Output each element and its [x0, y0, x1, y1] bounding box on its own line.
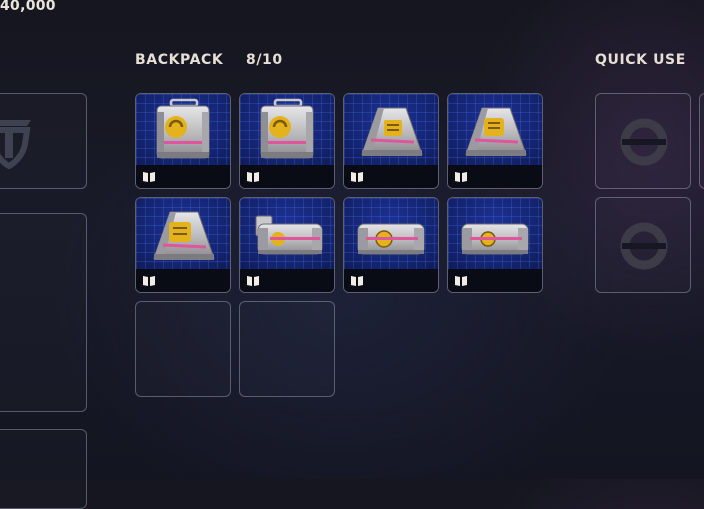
backpack-slot-8[interactable]: [447, 197, 543, 293]
quick-use-title: QUICK USE: [595, 52, 686, 68]
supply-case-handled-icon: [156, 98, 210, 159]
backpack-slot-2[interactable]: [239, 93, 335, 189]
equipment-slot-top[interactable]: [0, 93, 87, 189]
supply-canister-long-icon: [357, 223, 425, 255]
open-book-icon: [247, 172, 259, 182]
supply-crate-trapezoid-icon: [465, 107, 527, 156]
backpack-slot-6[interactable]: [239, 197, 335, 293]
quick-use-slot-2[interactable]: [595, 197, 691, 293]
quick-use-slot-1[interactable]: [595, 93, 691, 189]
backpack-slot-4[interactable]: [447, 93, 543, 189]
equipment-slot-bottom[interactable]: [0, 429, 87, 509]
supply-crate-trapezoid-icon: [361, 107, 423, 156]
backpack-capacity: 8/10: [246, 52, 283, 68]
item-footer: [448, 269, 542, 292]
backpack-slot-7[interactable]: [343, 197, 439, 293]
quick-use-slot-3[interactable]: [699, 93, 704, 189]
open-book-icon: [455, 276, 467, 286]
backpack-slot-1[interactable]: [135, 93, 231, 189]
ring-slot-icon: [620, 222, 668, 270]
item-footer: [136, 269, 230, 292]
open-book-icon: [455, 172, 467, 182]
open-book-icon: [247, 276, 259, 286]
item-footer: [136, 165, 230, 188]
backpack-slot-9-empty[interactable]: [135, 301, 231, 397]
backpack-slot-5[interactable]: [135, 197, 231, 293]
item-footer: [448, 165, 542, 188]
open-book-icon: [143, 276, 155, 286]
item-footer: [344, 165, 438, 188]
item-footer: [344, 269, 438, 292]
emblem-shield-icon: [0, 120, 31, 170]
ring-slot-icon: [620, 118, 668, 166]
backpack-slot-3[interactable]: [343, 93, 439, 189]
equipment-slot-middle[interactable]: [0, 213, 87, 412]
currency-amount: 40,000: [0, 0, 56, 14]
supply-case-handled-icon: [260, 98, 314, 159]
backpack-title: BACKPACK: [135, 52, 224, 68]
supply-canister-long-icon: [255, 215, 323, 255]
backpack-slot-10-empty[interactable]: [239, 301, 335, 397]
supply-crate-trapezoid-icon: [153, 211, 215, 260]
item-footer: [240, 269, 334, 292]
open-book-icon: [143, 172, 155, 182]
open-book-icon: [351, 172, 363, 182]
item-footer: [240, 165, 334, 188]
open-book-icon: [351, 276, 363, 286]
supply-canister-long-icon: [461, 223, 529, 255]
